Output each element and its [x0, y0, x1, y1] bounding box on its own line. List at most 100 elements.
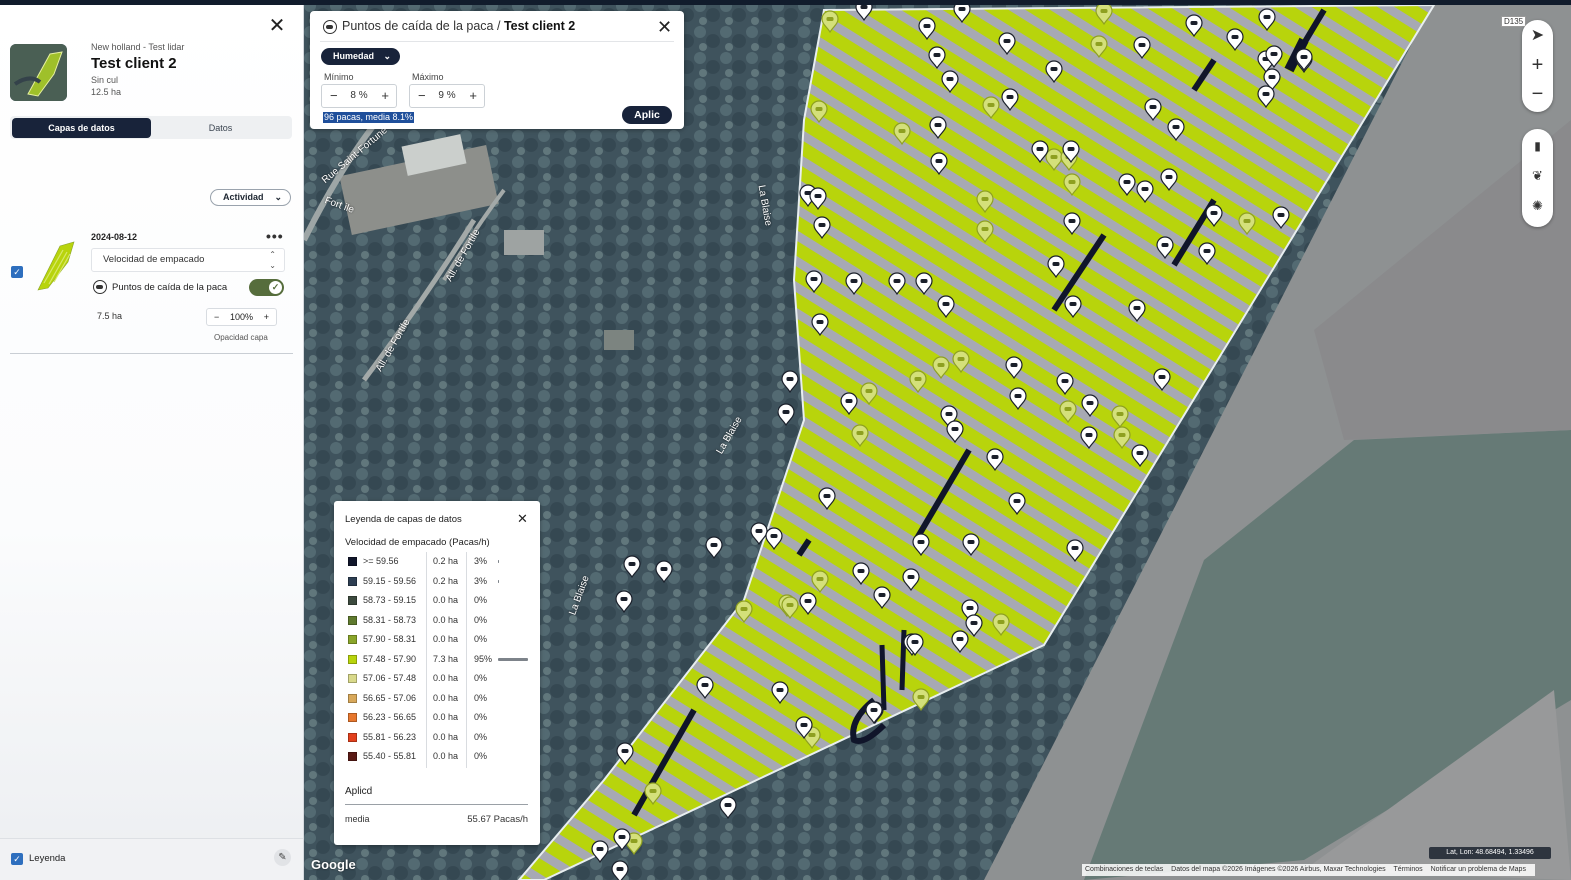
bale-marker[interactable] [986, 448, 1004, 472]
close-icon[interactable]: ✕ [517, 511, 528, 527]
bale-marker[interactable] [865, 701, 883, 725]
bale-marker[interactable] [1056, 372, 1074, 396]
bale-marker-filtered[interactable] [851, 424, 869, 448]
plus-icon[interactable]: + [381, 85, 389, 107]
weather-icon[interactable]: ✺ [1522, 192, 1553, 220]
bale-marker[interactable] [613, 828, 631, 852]
more-options-icon[interactable]: ••• [266, 228, 284, 244]
bale-marker[interactable] [655, 560, 673, 584]
bale-marker-filtered[interactable] [893, 122, 911, 146]
bale-marker-filtered[interactable] [1063, 173, 1081, 197]
report-problem-link[interactable]: Notificar un problema de Maps [1431, 866, 1526, 873]
bale-marker-filtered[interactable] [1113, 426, 1131, 450]
layer-checkbox[interactable]: ✓ [11, 266, 23, 278]
zoom-out-icon[interactable]: − [1522, 80, 1553, 108]
bale-marker-filtered[interactable] [992, 613, 1010, 637]
bale-marker[interactable] [1272, 206, 1290, 230]
bale-marker[interactable] [1185, 14, 1203, 38]
bale-marker[interactable] [941, 70, 959, 94]
bale-marker-filtered[interactable] [1090, 35, 1108, 59]
bale-marker[interactable] [1080, 426, 1098, 450]
bale-marker[interactable] [1066, 539, 1084, 563]
zoom-in-icon[interactable]: + [1522, 51, 1553, 79]
bale-marker[interactable] [799, 592, 817, 616]
bale-marker[interactable] [1063, 212, 1081, 236]
activity-filter-button[interactable]: Actividad ⌄ [210, 189, 291, 206]
legend-checkbox[interactable]: ✓ [11, 853, 23, 865]
bale-marker-filtered[interactable] [1059, 400, 1077, 424]
pencil-icon[interactable]: ✎ [274, 849, 291, 866]
bale-marker-filtered[interactable] [976, 220, 994, 244]
bale-marker[interactable] [1008, 492, 1026, 516]
bale-marker-filtered[interactable] [811, 570, 829, 594]
bale-marker-filtered[interactable] [821, 10, 839, 34]
bale-marker-filtered[interactable] [952, 350, 970, 374]
bale-marker[interactable] [912, 533, 930, 557]
bale-marker[interactable] [781, 370, 799, 394]
map-type-icon[interactable]: ▮ [1522, 132, 1553, 160]
bale-marker[interactable] [930, 152, 948, 176]
bale-marker-filtered[interactable] [976, 190, 994, 214]
bale-marker[interactable] [1047, 255, 1065, 279]
bale-marker[interactable] [888, 272, 906, 296]
bale-marker[interactable] [1295, 48, 1313, 72]
bale-marker-filtered[interactable] [1045, 148, 1063, 172]
bale-marker[interactable] [765, 527, 783, 551]
humidity-filter-button[interactable]: Humedad ⌄ [321, 48, 400, 65]
metric-select[interactable]: Velocidad de empacado ⌃ ⌄ [91, 248, 285, 272]
min-stepper[interactable]: − 8 % + [321, 84, 397, 108]
bale-marker[interactable] [1136, 180, 1154, 204]
bale-marker[interactable] [840, 392, 858, 416]
bale-marker[interactable] [1133, 36, 1151, 60]
bale-marker[interactable] [805, 270, 823, 294]
bale-marker[interactable] [1257, 85, 1275, 109]
bale-marker[interactable] [1009, 387, 1027, 411]
bale-marker[interactable] [951, 630, 969, 654]
crop-layer-icon[interactable]: ❦ [1522, 162, 1553, 190]
bale-marker[interactable] [1226, 28, 1244, 52]
bale-marker[interactable] [1156, 236, 1174, 260]
bale-marker-filtered[interactable] [781, 596, 799, 620]
bale-marker[interactable] [591, 840, 609, 864]
bale-marker[interactable] [696, 676, 714, 700]
bale-marker-filtered[interactable] [1238, 212, 1256, 236]
bale-marker[interactable] [615, 590, 633, 614]
bale-marker-filtered[interactable] [1095, 2, 1113, 26]
bale-marker[interactable] [611, 860, 629, 880]
keyboard-shortcuts-link[interactable]: Combinaciones de teclas [1085, 866, 1163, 873]
bale-marker[interactable] [811, 313, 829, 337]
bale-marker[interactable] [705, 536, 723, 560]
close-icon[interactable]: ✕ [268, 16, 286, 36]
bale-marker[interactable] [962, 533, 980, 557]
bale-marker[interactable] [1153, 368, 1171, 392]
bale-marker[interactable] [998, 32, 1016, 56]
plus-icon[interactable]: + [264, 309, 269, 325]
bale-marker-filtered[interactable] [912, 688, 930, 712]
bale-marker[interactable] [818, 487, 836, 511]
max-stepper[interactable]: − 9 % + [409, 84, 485, 108]
bale-marker-filtered[interactable] [982, 96, 1000, 120]
bale-marker[interactable] [1258, 8, 1276, 32]
bale-marker-filtered[interactable] [644, 782, 662, 806]
bale-marker[interactable] [771, 681, 789, 705]
bale-marker-filtered[interactable] [1111, 405, 1129, 429]
bale-marker[interactable] [809, 187, 827, 211]
bale-marker[interactable] [813, 216, 831, 240]
bale-marker[interactable] [929, 116, 947, 140]
plus-icon[interactable]: + [469, 85, 477, 107]
bale-marker[interactable] [918, 17, 936, 41]
bale-marker[interactable] [750, 522, 768, 546]
bale-marker[interactable] [1167, 118, 1185, 142]
tab-data[interactable]: Datos [151, 118, 290, 138]
bale-marker-filtered[interactable] [735, 600, 753, 624]
tab-data-layers[interactable]: Capas de datos [12, 118, 151, 138]
bale-marker[interactable] [937, 295, 955, 319]
apply-button[interactable]: Aplic [622, 106, 672, 124]
bale-marker[interactable] [1144, 98, 1162, 122]
bale-marker[interactable] [928, 46, 946, 70]
bale-marker[interactable] [915, 272, 933, 296]
bale-sublayer-toggle[interactable]: ✓ [249, 279, 284, 296]
opacity-stepper[interactable]: − 100% + [206, 308, 277, 326]
bale-marker[interactable] [946, 420, 964, 444]
bale-marker[interactable] [1001, 88, 1019, 112]
